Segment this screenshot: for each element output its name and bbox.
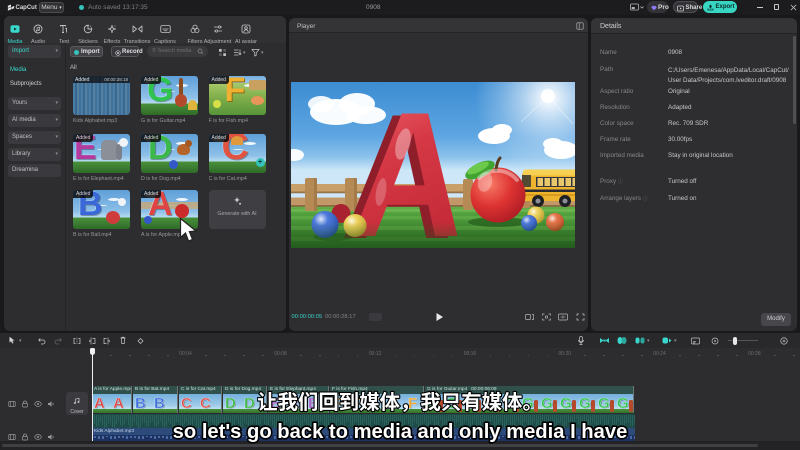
svg-text:so let's go back to media and: so let's go back to media and only media… bbox=[173, 421, 628, 443]
